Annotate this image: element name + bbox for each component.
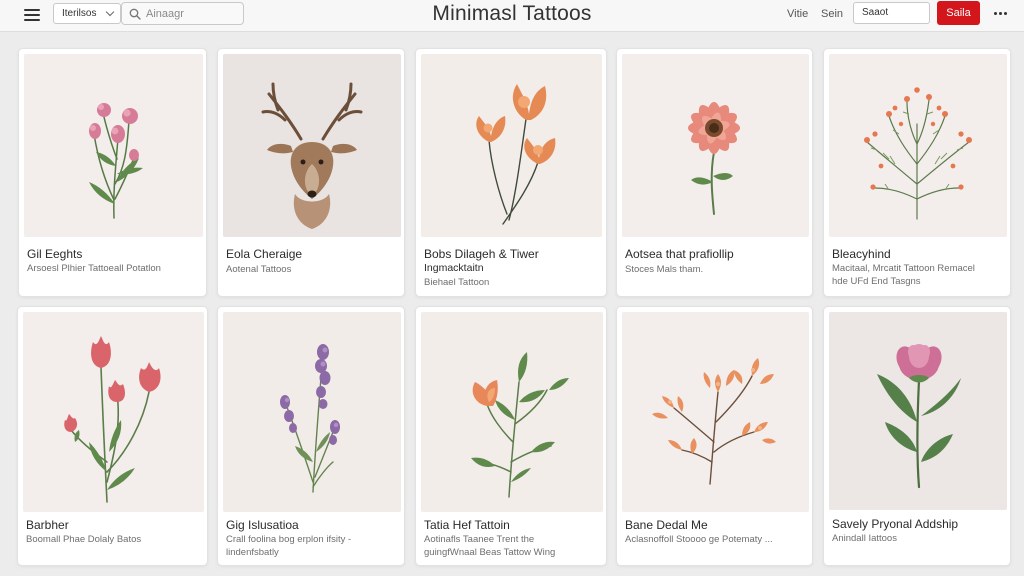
card-image	[23, 312, 204, 512]
card-image	[24, 54, 203, 237]
search-box[interactable]	[121, 2, 244, 25]
card-subtitle: Crall foolina bog erplon ifsity -	[226, 534, 352, 545]
card-title: Eola Cheraige	[226, 247, 303, 261]
card-image	[421, 54, 602, 237]
card-title: Gig Islusatioa	[226, 518, 299, 532]
tattoo-card[interactable]: Aotsea that prafiollip Stoces Mals tham.	[616, 48, 813, 297]
card-subtitle: Aotenal Tattoos	[226, 264, 292, 275]
board-select-value: Iterilsos	[62, 8, 97, 19]
card-subtitle-line-2: hde UFd End Tasgns	[832, 276, 921, 287]
card-title-line-2: Ingmacktaitn	[424, 262, 484, 274]
coral-daisy-illustration	[622, 54, 809, 237]
tattoo-card[interactable]: Tatia Hef Tattoin Aotinafls Taanee Trent…	[415, 306, 607, 566]
card-image	[829, 312, 1007, 510]
card-subtitle-line-2: lindenfsbatly	[226, 547, 279, 558]
more-dots-icon[interactable]	[993, 6, 1009, 20]
card-image	[223, 54, 401, 237]
card-title: Savely Pryonal Addship	[832, 517, 959, 531]
tattoo-card[interactable]: Bleacyhind Macitaal, Mrcatit Tattoon Rem…	[823, 48, 1011, 297]
card-title: Aotsea that prafiollip	[625, 247, 734, 261]
card-subtitle: Arsoesl Plhier Tattoeall Potatlon	[27, 263, 161, 274]
card-image	[421, 312, 603, 512]
pink-peony-illustration	[829, 312, 1007, 510]
card-title: Bane Dedal Me	[625, 518, 708, 532]
card-subtitle-line-2: guingfWnaal Beas Tattow Wing	[424, 547, 556, 558]
pink-wildflowers-illustration	[24, 54, 203, 237]
card-image	[622, 312, 809, 512]
card-subtitle: Biehael Tattoon	[424, 277, 490, 288]
card-subtitle: Aclasnoffoll Stoooo ge Potematy ...	[625, 534, 773, 545]
orange-berry-sprig-illustration	[829, 54, 1007, 237]
search-icon	[129, 8, 141, 20]
card-subtitle: Boomall Phae Dolaly Batos	[26, 534, 142, 545]
tattoo-card[interactable]: Gil Eeghts Arsoesl Plhier Tattoeall Pota…	[18, 48, 207, 297]
nav-link-sein[interactable]: Sein	[821, 8, 843, 20]
hamburger-icon[interactable]	[24, 9, 40, 22]
deer-antlers-illustration	[223, 54, 401, 237]
orange-bud-branch-illustration	[421, 312, 603, 512]
card-title: Bleacyhind	[832, 247, 891, 261]
red-tulips-illustration	[23, 312, 204, 512]
card-subtitle: Anindall Iattoos	[832, 533, 897, 544]
search-input[interactable]	[146, 6, 240, 21]
top-bar: Iterilsos Minimasl Tattoos Vitie Sein Sa…	[0, 0, 1024, 32]
card-subtitle: Stoces Mals tham.	[625, 264, 704, 275]
lavender-illustration	[223, 312, 401, 512]
page-title: Minimasl Tattoos	[432, 2, 592, 25]
card-title: Barbher	[26, 518, 69, 532]
save-button[interactable]: Saila	[937, 1, 980, 25]
card-title: Bobs Dilageh & Tiwer	[424, 247, 539, 261]
nav-link-vitie[interactable]: Vitie	[787, 8, 808, 20]
card-image	[622, 54, 809, 237]
tattoo-card[interactable]: Barbher Boomall Phae Dolaly Batos	[17, 306, 208, 566]
card-subtitle: Macitaal, Mrcatit Tattoon Remacel	[832, 263, 975, 274]
tattoo-card[interactable]: Bane Dedal Me Aclasnoffoll Stoooo ge Pot…	[616, 306, 813, 566]
card-title: Gil Eeghts	[27, 247, 83, 261]
tattoo-card[interactable]: Gig Islusatioa Crall foolina bog erplon …	[217, 306, 405, 566]
sort-select[interactable]: Saaot	[853, 2, 930, 24]
orange-poppies-illustration	[421, 54, 602, 237]
autumn-leaves-illustration	[622, 312, 809, 512]
card-image	[829, 54, 1007, 237]
tattoo-card[interactable]: Savely Pryonal Addship Anindall Iattoos	[823, 306, 1011, 566]
chevron-down-icon	[105, 7, 115, 17]
tattoo-card[interactable]: Eola Cheraige Aotenal Tattoos	[217, 48, 405, 297]
tattoo-card[interactable]: Bobs Dilageh & Tiwer Ingmacktaitn Biehae…	[415, 48, 607, 297]
card-subtitle: Aotinafls Taanee Trent the	[424, 534, 535, 545]
card-image	[223, 312, 401, 512]
card-title: Tatia Hef Tattoin	[424, 518, 510, 532]
board-select[interactable]: Iterilsos	[53, 3, 121, 24]
